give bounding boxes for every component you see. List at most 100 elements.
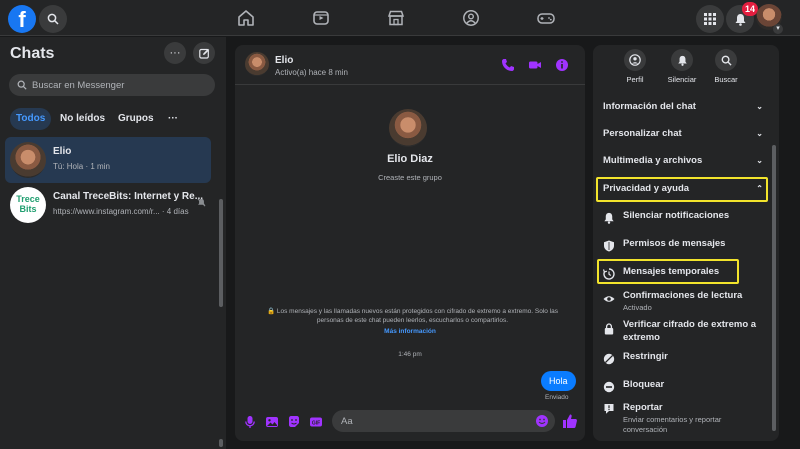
info-icon[interactable] [555, 58, 569, 72]
logo-text-bits: Bits [19, 204, 37, 214]
profile-action[interactable]: Perfil [613, 49, 657, 84]
search-icon [47, 13, 59, 25]
search-action-label: Buscar [714, 75, 738, 84]
message-status: Enviado [545, 394, 569, 401]
more-options-icon: ··· [169, 46, 181, 59]
profile-name: Elio Diaz [387, 153, 433, 165]
shield-icon [604, 240, 614, 252]
report-icon [604, 404, 614, 414]
chat-info-panel: Perfil Silenciar Buscar Información del … [593, 45, 779, 441]
profile-action-label: Perfil [626, 75, 644, 84]
filter-grupos[interactable]: Grupos [112, 108, 160, 130]
chevron-down-icon: ⌄ [756, 129, 763, 138]
video-call-icon[interactable] [528, 58, 542, 72]
marketplace-icon[interactable] [386, 8, 406, 28]
facebook-logo-icon[interactable]: f [8, 5, 36, 33]
search-button[interactable] [39, 5, 67, 33]
gif-icon[interactable]: GIF [309, 415, 323, 429]
section-label: Personalizar chat [603, 128, 682, 139]
menu-sublabel: Enviar comentarios y reportar [623, 415, 722, 424]
filter-todos[interactable]: Todos [10, 108, 52, 130]
conversation-panel: Elio Activo(a) hace 8 min Elio Diaz Crea… [235, 45, 585, 441]
chat-preview: Tú: Hola · 1 min [53, 162, 110, 171]
section-chat-info[interactable]: Información del chat ⌄ [603, 97, 769, 117]
chat-list-item[interactable]: Elio Tú: Hola · 1 min [5, 137, 211, 183]
chat-avatar [10, 142, 46, 178]
section-label: Multimedia y archivos [603, 155, 703, 166]
more-info-link[interactable]: Más información [235, 328, 585, 335]
encryption-notice: 🔒 Los mensajes y las llamadas nuevos est… [267, 308, 558, 324]
sidebar-scrollbar-end[interactable] [219, 439, 223, 447]
profile-subtitle: Creaste este grupo [378, 173, 442, 182]
chat-options-button[interactable]: ··· [164, 42, 186, 64]
search-icon [721, 55, 732, 66]
menu-block[interactable]: Bloquear [603, 379, 769, 395]
emoji-icon[interactable] [535, 414, 549, 428]
filter-no-leidos[interactable]: No leídos [54, 108, 111, 130]
contact-name[interactable]: Elio [275, 55, 293, 66]
grid-menu-icon [704, 13, 716, 25]
bell-icon [604, 212, 614, 224]
search-input[interactable] [32, 79, 202, 91]
conversation-header: Elio Activo(a) hace 8 min [235, 45, 585, 85]
mute-action[interactable]: Silenciar [660, 49, 704, 84]
section-customize-chat[interactable]: Personalizar chat ⌄ [603, 124, 769, 144]
menu-label: Silenciar notificaciones [623, 210, 730, 221]
bell-icon [677, 55, 687, 66]
logo-text-trece: Trece [16, 194, 40, 204]
chat-name: Canal TreceBits: Internet y Re... [53, 191, 204, 202]
contact-status: Activo(a) hace 8 min [275, 68, 348, 77]
menu-label: Reportar [623, 402, 663, 413]
profile-avatar[interactable] [389, 109, 427, 147]
menu-label: Restringir [623, 351, 668, 362]
panel-scrollbar[interactable] [772, 145, 776, 431]
menu-label: Confirmaciones de lectura [623, 290, 743, 301]
sidebar-scrollbar[interactable] [219, 199, 223, 307]
microphone-icon[interactable] [243, 415, 257, 429]
gaming-icon[interactable] [536, 8, 556, 28]
messenger-search[interactable] [9, 74, 215, 96]
chevron-down-icon[interactable]: ▾ [773, 24, 783, 34]
menu-button[interactable] [696, 5, 724, 33]
profile-icon [629, 54, 641, 66]
highlight-temporary-messages [597, 259, 739, 284]
menu-verify-encryption[interactable]: Verificar cifrado de extremo a extremo [603, 319, 769, 345]
phone-icon[interactable] [501, 58, 515, 72]
chat-list-item[interactable]: Trece Bits Canal TreceBits: Internet y R… [5, 182, 211, 228]
top-navigation-bar: f 14 ▾ [0, 0, 800, 36]
chat-name: Elio [53, 146, 72, 157]
menu-restrict[interactable]: Restringir [603, 351, 769, 367]
eye-icon [603, 296, 615, 302]
message-timestamp: 1:46 pm [398, 351, 422, 358]
chats-title: Chats [10, 45, 55, 62]
lock-icon [604, 323, 614, 335]
section-media-files[interactable]: Multimedia y archivos ⌄ [603, 151, 769, 171]
restrict-icon [603, 353, 615, 365]
menu-label: Bloquear [623, 379, 665, 390]
contact-avatar[interactable] [245, 52, 269, 76]
thumbs-up-icon[interactable] [562, 413, 578, 429]
groups-icon[interactable] [461, 8, 481, 28]
filter-more[interactable]: ··· [162, 108, 184, 130]
menu-message-permissions[interactable]: Permisos de mensajes [603, 238, 769, 254]
menu-read-receipts[interactable]: Confirmaciones de lectura Activado [603, 290, 769, 314]
menu-label: Verificar cifrado de extremo a [623, 319, 757, 330]
menu-silence-notifications[interactable]: Silenciar notificaciones [603, 210, 769, 226]
menu-report[interactable]: Reportar Enviar comentarios y reportar c… [603, 402, 769, 438]
highlight-privacy-help [596, 177, 768, 202]
message-input[interactable] [341, 415, 521, 427]
message-composer[interactable] [332, 410, 555, 432]
svg-text:GIF: GIF [312, 420, 320, 426]
watch-icon[interactable] [311, 8, 331, 28]
search-icon [17, 80, 27, 90]
new-message-button[interactable] [193, 42, 215, 64]
trecebits-logo: Trece Bits [10, 187, 46, 223]
home-icon[interactable] [236, 8, 256, 28]
chats-sidebar: Chats ··· Todos No leídos Grupos ··· Eli… [0, 37, 226, 449]
image-icon[interactable] [265, 415, 279, 429]
search-action[interactable]: Buscar [704, 49, 748, 84]
chevron-down-icon: ⌄ [756, 156, 763, 165]
mute-action-label: Silenciar [667, 75, 697, 84]
message-bubble[interactable]: Hola [541, 371, 576, 391]
sticker-icon[interactable] [287, 415, 301, 429]
